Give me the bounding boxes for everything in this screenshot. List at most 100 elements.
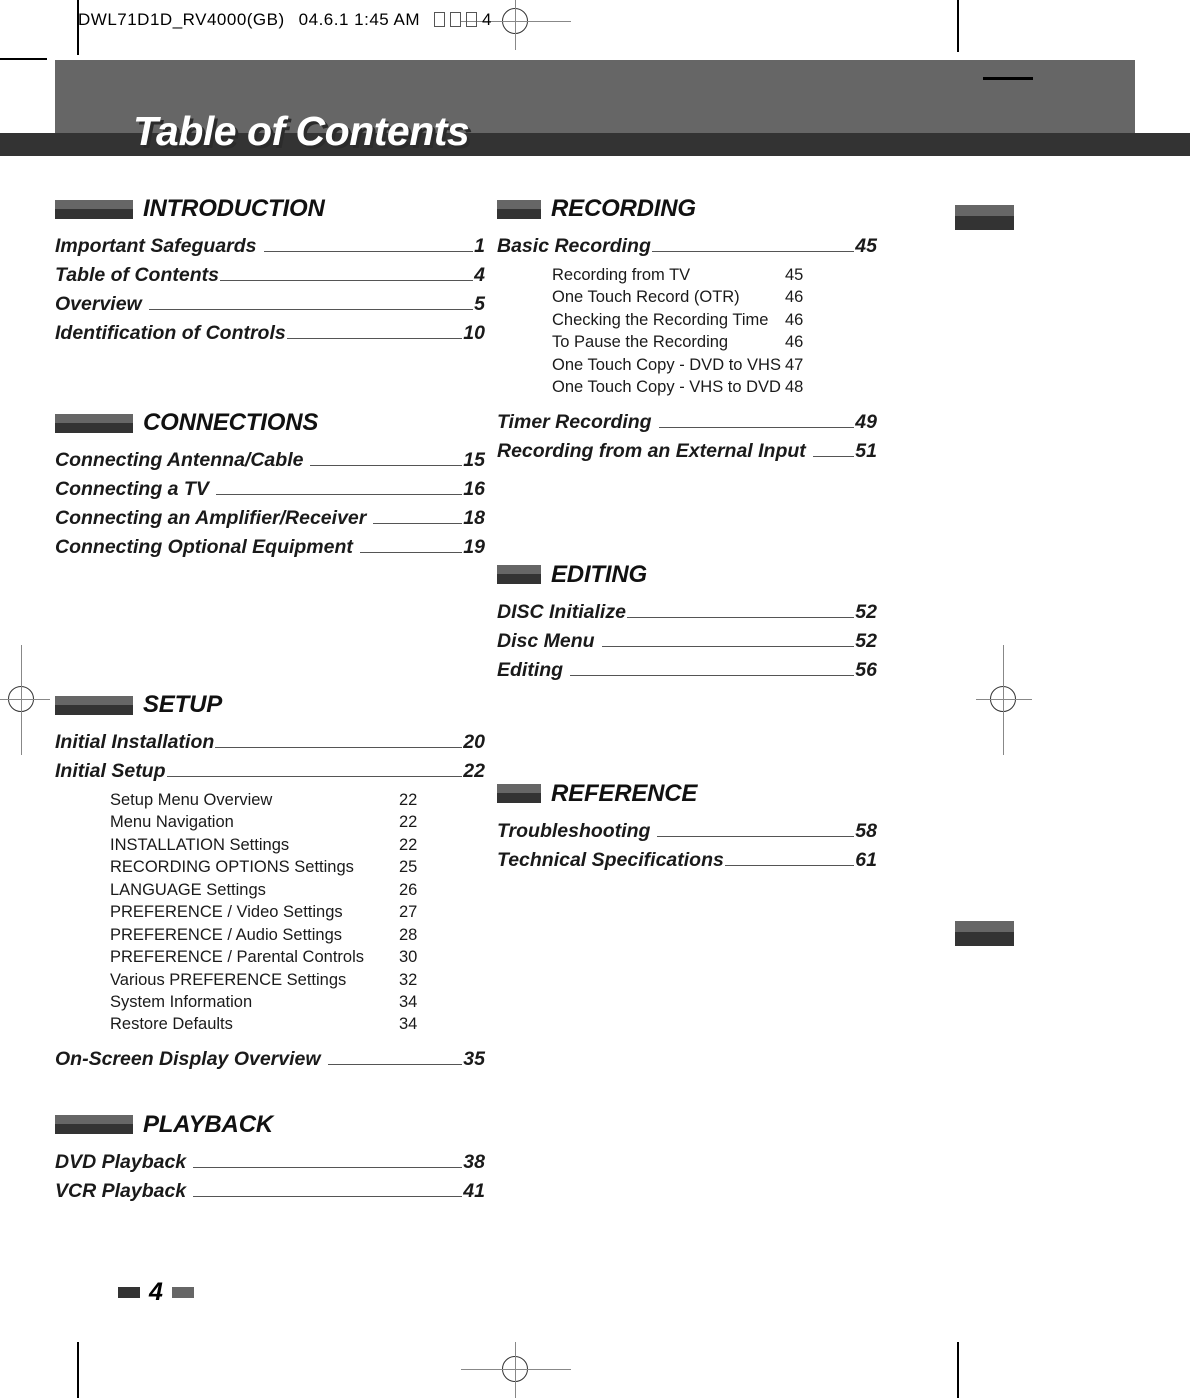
toc-entry[interactable]: Connecting a TV 16 bbox=[55, 478, 485, 501]
marker-dark-band bbox=[55, 422, 133, 433]
toc-entry[interactable]: Connecting Optional Equipment 19 bbox=[55, 536, 485, 559]
toc-entry-page: 5 bbox=[474, 293, 485, 315]
toc-entry[interactable]: Initial Setup 22 bbox=[55, 760, 485, 783]
toc-entry-page: 16 bbox=[463, 478, 485, 500]
toc-leader bbox=[166, 776, 463, 777]
toc-subentry-label: System Information bbox=[110, 992, 253, 1011]
toc-subentry-label: PREFERENCE / Video Settings bbox=[110, 903, 343, 922]
section-reference: REFERENCE bbox=[497, 780, 877, 808]
marker-light-band bbox=[55, 413, 133, 423]
toc-leader bbox=[148, 309, 474, 310]
toc-entry[interactable]: Technical Specifications 61 bbox=[497, 849, 877, 872]
toc-entry-page: 19 bbox=[463, 536, 485, 558]
toc-entry[interactable]: Troubleshooting 58 bbox=[497, 820, 877, 843]
toc-subentry[interactable]: PREFERENCE / Parental Controls 30 bbox=[55, 946, 485, 968]
toc-subentry[interactable]: Menu Navigation 22 bbox=[55, 811, 485, 833]
toc-entry[interactable]: VCR Playback 41 bbox=[55, 1180, 485, 1203]
marker-light-band bbox=[55, 199, 133, 209]
toc-entry[interactable]: Editing 56 bbox=[497, 659, 877, 682]
toc-subentry-label: One Touch Record (OTR) bbox=[552, 288, 740, 307]
toc-entry[interactable]: Basic Recording 45 bbox=[497, 235, 877, 258]
toc-entry[interactable]: Disc Menu 52 bbox=[497, 630, 877, 653]
toc-entry[interactable]: Overview 5 bbox=[55, 293, 485, 316]
toc-subentry[interactable]: LANGUAGE Settings 26 bbox=[55, 879, 485, 901]
toc-entry[interactable]: DISC Initialize 52 bbox=[497, 601, 877, 624]
toc-subentry-label: PREFERENCE / Parental Controls bbox=[110, 948, 365, 967]
color-calibration-swatch-lower bbox=[955, 921, 1014, 946]
prepress-job-info: DWL71D1D_RV4000(GB) 04.6.1 1:45 AM 4 bbox=[78, 10, 492, 30]
toc-subentry[interactable]: One Touch Copy - DVD to VHS 47 bbox=[497, 354, 877, 376]
toc-subentry-page: 46 bbox=[785, 288, 804, 307]
toc-subentry[interactable]: PREFERENCE / Video Settings 27 bbox=[55, 901, 485, 923]
toc-subentry[interactable]: One Touch Copy - VHS to DVD 48 bbox=[497, 376, 877, 398]
page-footer: 4 bbox=[118, 1278, 194, 1307]
toc-subentry[interactable]: RECORDING OPTIONS Settings 25 bbox=[55, 856, 485, 878]
section-setup: SETUP bbox=[55, 691, 485, 719]
toc-entry[interactable]: On-Screen Display Overview 35 bbox=[55, 1048, 485, 1071]
toc-subentry-label: To Pause the Recording bbox=[552, 333, 729, 352]
toc-subentry[interactable]: Checking the Recording Time 46 bbox=[497, 309, 877, 331]
missing-glyph-box-icon bbox=[434, 12, 446, 27]
toc-subentry-page: 25 bbox=[399, 858, 418, 877]
section-title: EDITING bbox=[551, 560, 647, 588]
marker-light-band bbox=[497, 565, 541, 575]
toc-subentry[interactable]: PREFERENCE / Audio Settings 28 bbox=[55, 924, 485, 946]
toc-entry[interactable]: Important Safeguards 1 bbox=[55, 235, 485, 258]
swatch-light-band bbox=[955, 205, 1014, 216]
missing-glyph-box-icon bbox=[450, 12, 462, 27]
toc-entry[interactable]: Table of Contents 4 bbox=[55, 264, 485, 287]
section-title: RECORDING bbox=[551, 195, 696, 222]
marker-light-band bbox=[55, 1115, 133, 1125]
toc-subentry-page: 46 bbox=[785, 333, 804, 352]
toc-leader bbox=[626, 616, 855, 618]
toc-subentry[interactable]: Setup Menu Overview 22 bbox=[55, 789, 485, 811]
toc-entry[interactable]: Recording from an External Input 51 bbox=[497, 440, 877, 463]
toc-entry-label: Disc Menu bbox=[497, 629, 595, 652]
toc-leader bbox=[724, 864, 855, 866]
section-marker-bar bbox=[497, 784, 541, 804]
marker-dark-band bbox=[55, 704, 133, 715]
registration-vertical-line bbox=[21, 645, 23, 755]
toc-entry-label: Technical Specifications bbox=[497, 848, 724, 871]
toc-entry[interactable]: Initial Installation 20 bbox=[55, 731, 485, 754]
toc-subentry[interactable]: System Information 34 bbox=[55, 991, 485, 1013]
footer-page-number: 4 bbox=[149, 1278, 163, 1306]
toc-subentry[interactable]: Restore Defaults 34 bbox=[55, 1013, 485, 1035]
toc-entry-label: Overview bbox=[55, 293, 142, 315]
marker-light-band bbox=[497, 199, 541, 209]
toc-entry-page: 58 bbox=[855, 819, 877, 842]
toc-subentries-setup: Setup Menu Overview 22 Menu Navigation 2… bbox=[55, 789, 485, 1036]
toc-entry[interactable]: DVD Playback 38 bbox=[55, 1151, 485, 1174]
color-calibration-swatch-upper bbox=[955, 205, 1014, 230]
toc-entry-label: Troubleshooting bbox=[497, 819, 651, 842]
toc-entry-label: Recording from an External Input bbox=[497, 439, 806, 462]
crop-line-bottom-right-vertical bbox=[957, 1342, 959, 1398]
toc-column-left: INTRODUCTION Important Safeguards 1 Tabl… bbox=[55, 195, 485, 1209]
toc-subentry[interactable]: To Pause the Recording 46 bbox=[497, 331, 877, 353]
page-title: Table of Contents bbox=[133, 108, 470, 154]
marker-dark-band bbox=[497, 574, 541, 585]
toc-subentry[interactable]: Recording from TV 45 bbox=[497, 264, 877, 286]
toc-entry-page: 38 bbox=[463, 1150, 485, 1173]
toc-entry-page: 41 bbox=[463, 1179, 485, 1202]
toc-subentry[interactable]: INSTALLATION Settings 22 bbox=[55, 834, 485, 856]
toc-entry[interactable]: Timer Recording 49 bbox=[497, 411, 877, 434]
section-title: REFERENCE bbox=[551, 779, 698, 807]
toc-entry-page: 10 bbox=[463, 322, 485, 344]
toc-entry[interactable]: Identification of Controls 10 bbox=[55, 322, 485, 345]
toc-subentry[interactable]: Various PREFERENCE Settings 32 bbox=[55, 969, 485, 991]
toc-entries-recording: Basic Recording 45 bbox=[497, 235, 877, 258]
section-marker-bar bbox=[497, 199, 541, 219]
section-marker-bar bbox=[55, 413, 133, 433]
toc-subentry[interactable]: One Touch Record (OTR) 46 bbox=[497, 286, 877, 308]
toc-entry-label: Connecting an Amplifier/Receiver bbox=[55, 507, 367, 529]
toc-subentry-label: Restore Defaults bbox=[110, 1015, 233, 1034]
toc-entry[interactable]: Connecting Antenna/Cable 15 bbox=[55, 449, 485, 472]
toc-entry[interactable]: Connecting an Amplifier/Receiver 18 bbox=[55, 507, 485, 530]
registration-horizontal-line bbox=[0, 699, 50, 701]
toc-leader bbox=[373, 523, 463, 524]
toc-leader bbox=[812, 455, 855, 457]
